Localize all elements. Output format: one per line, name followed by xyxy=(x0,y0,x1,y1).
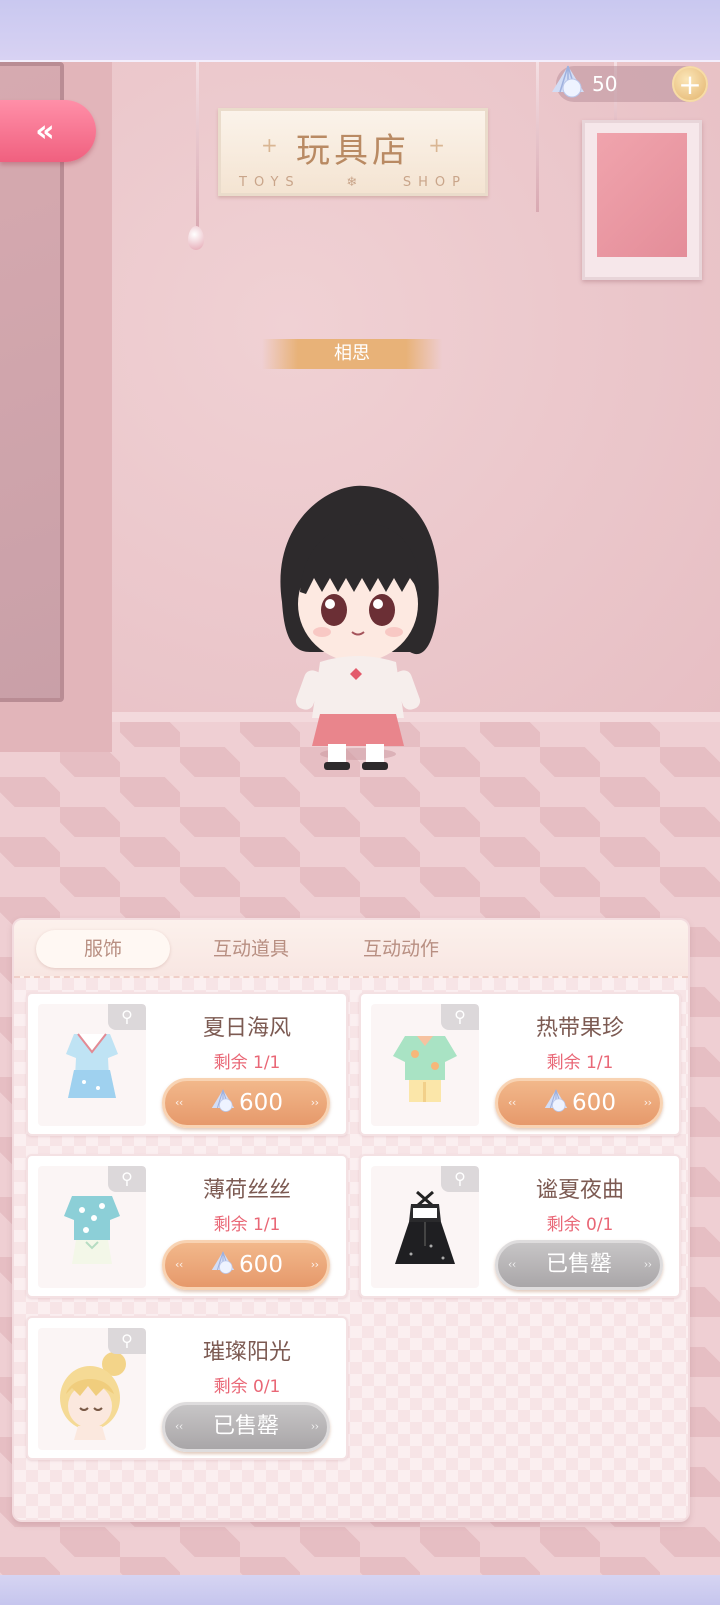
item-name: 夏日海风 xyxy=(202,1016,291,1041)
hanging-chain xyxy=(196,62,199,230)
add-currency-button[interactable]: + xyxy=(672,66,708,102)
arrow-deco-icon: ‹ ‹ xyxy=(508,1096,516,1109)
bottom-decor-bar xyxy=(0,1575,720,1605)
buy-button[interactable]: ‹ ‹ 600 › › xyxy=(495,1078,663,1128)
currency-counter: 50 + xyxy=(552,65,708,102)
item-name: 璀璨阳光 xyxy=(202,1340,291,1365)
buy-button[interactable]: ‹ ‹ 600 › › xyxy=(162,1078,330,1128)
arrow-deco-icon: ‹ ‹ xyxy=(508,1258,516,1271)
item-thumbnail[interactable]: ⚲ xyxy=(371,1004,479,1126)
sold-out-button: ‹ ‹ 已售罄 › › xyxy=(495,1240,663,1290)
arrow-deco-icon: › › xyxy=(310,1258,319,1271)
arrow-deco-icon: › › xyxy=(310,1420,319,1433)
tab-bar: 服饰 互动道具 互动动作 xyxy=(14,920,688,978)
arrow-deco-icon: › › xyxy=(310,1096,319,1109)
zoom-search-icon[interactable]: ⚲ xyxy=(108,1328,146,1354)
shop-subtitle-right: SHOP xyxy=(402,175,467,190)
shop-item-card[interactable]: ⚲ 夏日海风 剩余 1/1 ‹ ‹ 600 › › xyxy=(26,992,348,1136)
item-thumbnail[interactable]: ⚲ xyxy=(38,1004,146,1126)
item-name: 热带果珍 xyxy=(535,1016,624,1041)
arrow-deco-icon: ‹ ‹ xyxy=(175,1096,183,1109)
crystal-drop-icon xyxy=(188,226,204,250)
zoom-search-icon[interactable]: ⚲ xyxy=(108,1004,146,1030)
currency-amount: 50 xyxy=(592,72,618,96)
hanging-chain xyxy=(536,62,539,212)
shop-subtitle-left: TOYS xyxy=(239,175,301,190)
zoom-search-icon[interactable]: ⚲ xyxy=(441,1166,479,1192)
item-stock: 剩余 0/1 xyxy=(213,1377,281,1397)
item-price: 600 xyxy=(239,1090,283,1116)
item-stock: 剩余 1/1 xyxy=(213,1215,281,1235)
shop-item-card[interactable]: ⚲ 谧夏夜曲 剩余 0/1 ‹ ‹ 已售罄 › › xyxy=(359,1154,681,1298)
pearl-shell-icon xyxy=(544,1089,568,1112)
buy-button[interactable]: ‹ ‹ 600 › › xyxy=(162,1240,330,1290)
shop-title: 玩具店 xyxy=(296,131,410,171)
item-stock: 剩余 1/1 xyxy=(213,1053,281,1073)
arrow-deco-icon: ‹ ‹ xyxy=(175,1258,183,1271)
sparkle-icon: + xyxy=(428,133,445,157)
item-name: 谧夏夜曲 xyxy=(535,1178,624,1203)
shop-sign: + 玩具店 + TOYS ❄ SHOP xyxy=(218,108,488,196)
sold-out-button: ‹ ‹ 已售罄 › › xyxy=(162,1402,330,1452)
item-thumbnail[interactable]: ⚲ xyxy=(371,1166,479,1288)
arrow-deco-icon: › › xyxy=(643,1258,652,1271)
item-thumbnail[interactable]: ⚲ xyxy=(38,1328,146,1450)
character-name-plate: 相思 xyxy=(262,339,442,369)
pearl-shell-icon xyxy=(552,65,584,98)
arrow-deco-icon: › › xyxy=(643,1096,652,1109)
shop-item-card[interactable]: ⚲ 璀璨阳光 剩余 0/1 ‹ ‹ 已售罄 › › xyxy=(26,1316,348,1460)
item-thumbnail[interactable]: ⚲ xyxy=(38,1166,146,1288)
item-name: 薄荷丝丝 xyxy=(202,1178,291,1203)
shop-panel: 服饰 互动道具 互动动作 ⚲ 夏日海风 剩余 1/1 ‹ ‹ 600 › › ⚲… xyxy=(12,918,690,1522)
pearl-shell-icon xyxy=(211,1089,235,1112)
chibi-character[interactable] xyxy=(270,482,450,772)
wall-picture-frame xyxy=(582,120,702,280)
back-button[interactable]: « xyxy=(0,100,96,162)
zoom-search-icon[interactable]: ⚲ xyxy=(108,1166,146,1192)
snowflake-icon: ❄ xyxy=(346,175,358,190)
item-price: 600 xyxy=(572,1090,616,1116)
item-stock: 剩余 0/1 xyxy=(546,1215,614,1235)
sold-out-label: 已售罄 xyxy=(212,1414,279,1439)
item-price: 600 xyxy=(239,1252,283,1278)
arrow-deco-icon: ‹ ‹ xyxy=(175,1420,183,1433)
tab-interactive-props[interactable]: 互动道具 xyxy=(186,930,316,968)
pearl-shell-icon xyxy=(211,1251,235,1274)
zoom-search-icon[interactable]: ⚲ xyxy=(441,1004,479,1030)
top-decor-bar xyxy=(0,0,720,62)
tab-interactive-actions[interactable]: 互动动作 xyxy=(336,930,466,968)
tab-clothing[interactable]: 服饰 xyxy=(36,930,170,968)
shop-item-card[interactable]: ⚲ 薄荷丝丝 剩余 1/1 ‹ ‹ 600 › › xyxy=(26,1154,348,1298)
double-chevron-left-icon: « xyxy=(35,113,55,149)
item-stock: 剩余 1/1 xyxy=(546,1053,614,1073)
shop-item-card[interactable]: ⚲ 热带果珍 剩余 1/1 ‹ ‹ 600 › › xyxy=(359,992,681,1136)
sold-out-label: 已售罄 xyxy=(545,1252,612,1277)
plus-icon: + xyxy=(678,68,702,101)
